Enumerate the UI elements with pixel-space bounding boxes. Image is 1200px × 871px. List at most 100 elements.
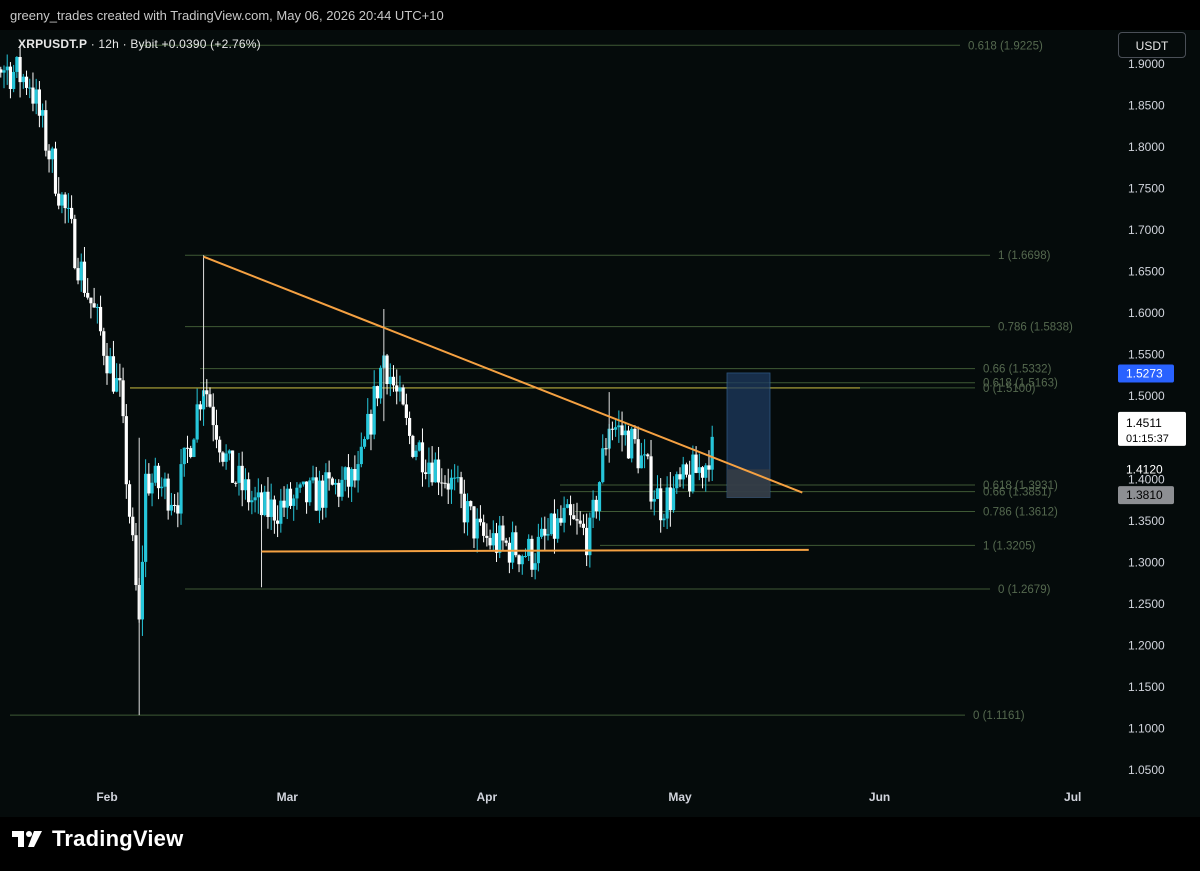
candle-body	[610, 428, 614, 430]
countdown-label: 01:15:37	[1126, 433, 1169, 445]
candle-body	[700, 467, 705, 478]
price-tick-label: 1.5000	[1128, 389, 1165, 403]
candle-body	[507, 542, 511, 563]
candle-body	[47, 150, 51, 160]
candle-body	[350, 469, 354, 487]
candle-body	[681, 464, 685, 480]
candle-body	[2, 70, 6, 73]
candle-body	[533, 563, 537, 570]
candle-body	[227, 450, 231, 454]
fib-label: 0.66 (1.5332)	[983, 364, 1052, 376]
candle-body	[31, 87, 35, 104]
candle-body	[333, 482, 338, 485]
symbol-legend[interactable]: XRPUSDT.P · 12h · Bybit +0.0390 (+2.76%)	[18, 37, 261, 51]
candle-body	[224, 453, 228, 462]
candle-body	[678, 474, 682, 480]
candle-body	[230, 450, 235, 483]
fib-label: 0 (1.2679)	[998, 584, 1051, 596]
candle-body	[153, 465, 157, 483]
price-tag-label: 1.3810	[1126, 488, 1163, 502]
candle-body	[684, 464, 689, 475]
fib-label: 0.786 (1.5838)	[998, 322, 1073, 334]
candle-body	[160, 486, 164, 489]
candle-body	[41, 110, 45, 116]
candle-body	[63, 194, 67, 209]
candle-body	[646, 454, 650, 457]
price-chart[interactable]: 0.618 (1.9225) 1 (1.6698) 0.786 (1.5838) 0.…	[0, 0, 1200, 871]
candle-body	[482, 522, 486, 536]
candle-body	[66, 207, 70, 209]
candle-body	[102, 331, 106, 356]
candle-body	[195, 404, 199, 440]
candle-body	[710, 436, 714, 470]
candle-body	[539, 528, 544, 537]
tradingview-logo[interactable]: TradingView	[12, 826, 183, 852]
candle-body	[166, 478, 170, 511]
candle-body	[556, 518, 560, 539]
trendline	[261, 548, 809, 553]
candle-body	[691, 454, 695, 492]
candle-body	[623, 430, 627, 436]
candle-body	[411, 435, 415, 457]
candle-body	[491, 533, 495, 546]
candle-body	[115, 378, 119, 392]
candle-body	[18, 56, 22, 83]
candle-body	[707, 465, 711, 470]
candle-body	[98, 306, 103, 332]
candle-body	[12, 71, 16, 89]
candle-body	[633, 428, 637, 440]
price-tick-label: 1.7000	[1128, 223, 1165, 237]
candle-body	[375, 386, 380, 399]
price-tick-label: 1.3500	[1128, 514, 1165, 528]
candle-body	[469, 501, 473, 507]
candle-body	[601, 448, 605, 483]
price-tick-label: 1.6500	[1128, 265, 1165, 279]
candle-body	[449, 477, 454, 490]
candle-body	[272, 499, 276, 521]
fib-label: 1 (1.3205)	[983, 540, 1036, 552]
candle-body	[266, 491, 270, 517]
candle-body	[337, 482, 341, 497]
candle-body	[362, 439, 367, 447]
candle-body	[427, 462, 431, 474]
candle-body	[414, 450, 418, 457]
candle-body	[269, 499, 273, 517]
candle-body	[321, 480, 325, 508]
candle-body	[649, 456, 653, 502]
fib-label: 0.618 (1.9225)	[968, 40, 1043, 52]
candle-body	[44, 110, 48, 151]
candle-body	[446, 483, 450, 490]
currency-button[interactable]: USDT	[1118, 32, 1186, 58]
candle-body	[179, 464, 183, 514]
price-tick-label: 1.1000	[1128, 721, 1165, 735]
candle-body	[559, 518, 563, 523]
candle-body	[298, 484, 302, 488]
candle-body	[395, 385, 399, 392]
candle-body	[353, 469, 357, 481]
candle-body	[259, 492, 264, 516]
candle-body	[620, 425, 624, 436]
candle-body	[614, 427, 618, 430]
candle-body	[591, 499, 595, 518]
symbol-name[interactable]: XRPUSDT.P	[18, 37, 87, 51]
candle-body	[282, 500, 286, 508]
candle-body	[407, 417, 412, 436]
price-tick-label: 1.3000	[1128, 555, 1165, 569]
candle-body	[131, 516, 135, 536]
candle-body	[436, 459, 441, 483]
candle-body	[308, 480, 312, 503]
candle-body	[543, 528, 547, 536]
trendlines	[203, 255, 809, 553]
candle-body	[28, 87, 32, 89]
candle-body	[617, 425, 621, 428]
candle-body	[511, 532, 515, 563]
fib-label: 0.66 (1.3851)	[983, 487, 1052, 499]
candle-body	[105, 355, 109, 374]
current-price-label: 1.4511	[1126, 416, 1162, 430]
candle-body	[340, 479, 344, 497]
tradingview-wordmark: TradingView	[52, 826, 184, 851]
candle-body	[578, 520, 582, 524]
candle-body	[89, 297, 93, 304]
candle-body	[420, 442, 425, 473]
candle-body	[404, 404, 408, 418]
